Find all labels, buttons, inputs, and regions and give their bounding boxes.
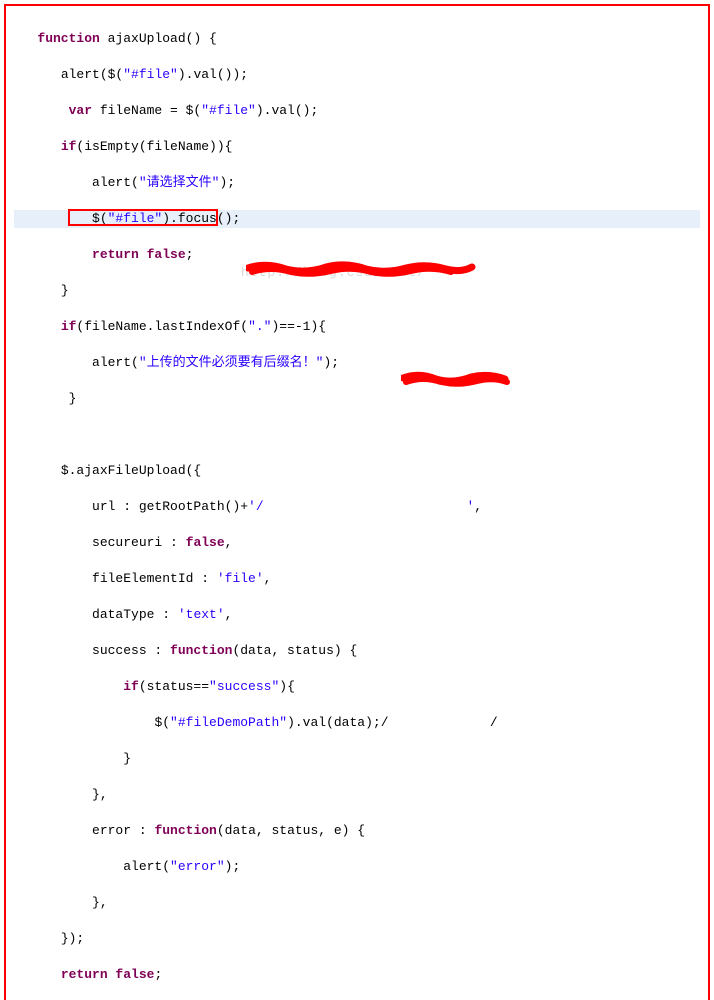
watermark: http://blog.csdn.net/ — [241, 264, 426, 282]
code-line: alert($("#file").val()); — [14, 66, 700, 84]
code-line: secureuri : false, — [14, 534, 700, 552]
code-line: alert("上传的文件必须要有后缀名！"); — [14, 354, 700, 372]
code-line: } — [14, 282, 700, 300]
code-line: } — [14, 750, 700, 768]
code-line — [14, 426, 700, 444]
code-line: $.ajaxFileUpload({ — [14, 462, 700, 480]
code-line: if(isEmpty(fileName)){ — [14, 138, 700, 156]
code-line-highlighted: $("#file").focus(); — [14, 210, 700, 228]
code-line: }, — [14, 894, 700, 912]
code-line: }); — [14, 930, 700, 948]
code-line: }, — [14, 786, 700, 804]
code-line: function ajaxUpload() { — [14, 30, 700, 48]
code-line: if(fileName.lastIndexOf(".")==-1){ — [14, 318, 700, 336]
code-line: success : function(data, status) { — [14, 642, 700, 660]
code-line: error : function(data, status, e) { — [14, 822, 700, 840]
code-line: $("#fileDemoPath").val(data);/ / — [14, 714, 700, 732]
code-line: } — [14, 390, 700, 408]
code-line: if(status=="success"){ — [14, 678, 700, 696]
code-line: url : getRootPath()+'/ ', — [14, 498, 700, 516]
code-line: return false; — [14, 246, 700, 264]
code-line: alert("请选择文件"); — [14, 174, 700, 192]
code-line: alert("error"); — [14, 858, 700, 876]
code-line: var fileName = $("#file").val(); — [14, 102, 700, 120]
code-editor: function ajaxUpload() { alert($("#file")… — [4, 4, 710, 1000]
code-line: dataType : 'text', — [14, 606, 700, 624]
code-line: return false; — [14, 966, 700, 984]
code-line: fileElementId : 'file', — [14, 570, 700, 588]
